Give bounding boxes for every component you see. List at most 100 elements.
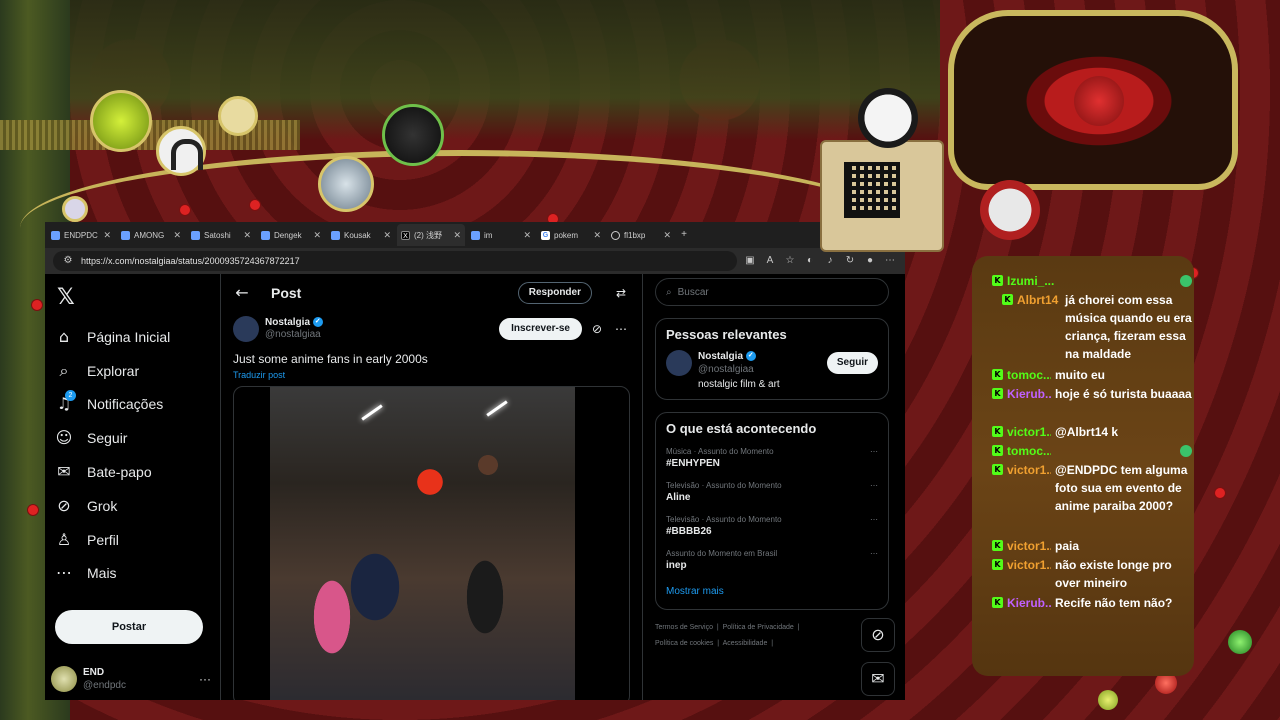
kick-badge-icon: K [992, 597, 1003, 608]
browser-tab-active[interactable]: X (2) 浅野 ✕ [397, 224, 465, 246]
author-row: Nostalgia ✓ @nostalgiaa Inscrever-se ⊘ ⋯ [233, 312, 630, 346]
nav-follow[interactable]: ☺ Seguir [51, 421, 220, 455]
footer-privacy-link[interactable]: Política de Privacidade [723, 624, 794, 631]
qr-code [844, 162, 900, 218]
chat-username[interactable]: victor1... [1007, 461, 1051, 515]
footer-cookies-link[interactable]: Política de cookies [655, 640, 713, 647]
more-icon[interactable]: ··· [199, 672, 211, 686]
trend-item[interactable]: Televisão · Assunto do Momento Aline ⋯ [666, 480, 878, 504]
subscribe-button[interactable]: Inscrever-se [499, 318, 582, 340]
close-icon[interactable]: ✕ [383, 230, 391, 241]
x-logo[interactable]: 𝕏 [57, 284, 220, 312]
chat-text: já chorei com essa música quando eu era … [1065, 293, 1192, 361]
grok-icon[interactable]: ⊘ [588, 320, 606, 338]
mail-icon: ✉ [57, 462, 71, 482]
extension-icon[interactable]: ◐ [803, 254, 817, 268]
author-handle[interactable]: @nostalgiaa [265, 329, 493, 341]
nav-notifications[interactable]: ♫ 2 Notificações [51, 388, 220, 422]
post-button[interactable]: Postar [55, 610, 203, 645]
browser-tab[interactable]: Dengek ✕ [257, 224, 325, 246]
post-column: ← Post Responder ⇄ Nostalgia ✓ @nostalgi… [221, 274, 643, 700]
tab-view-icon[interactable]: ▣ [743, 254, 757, 268]
settings-sliders-icon[interactable]: ⇄ [612, 284, 630, 302]
close-icon[interactable]: ✕ [173, 230, 181, 241]
chat-text: não existe longe pro over mineiro [1055, 558, 1172, 590]
close-icon[interactable]: ✕ [663, 230, 671, 241]
history-icon[interactable]: ↻ [843, 254, 857, 268]
chat-message: K victor1... @ENDPDC tem alguma foto sua… [992, 461, 1192, 515]
chat-username[interactable]: victor1... [1007, 537, 1051, 555]
chat-username[interactable]: Izumi_... [1007, 272, 1057, 290]
nav-chat[interactable]: ✉ Bate-papo [51, 455, 220, 489]
back-arrow-icon[interactable]: ← [233, 284, 251, 302]
browser-tab[interactable]: Satoshi ✕ [187, 224, 255, 246]
url-field[interactable]: ⚙ https://x.com/nostalgiaa/status/200093… [53, 251, 737, 271]
translate-link[interactable]: Traduzir post [233, 370, 630, 380]
profile-avatar-icon[interactable]: ● [863, 254, 877, 268]
show-more-link[interactable]: Mostrar mais [666, 586, 878, 597]
more-icon[interactable]: ⋯ [870, 548, 878, 572]
person-icon: ♙ [56, 529, 72, 549]
close-icon[interactable]: ✕ [243, 230, 251, 241]
more-icon[interactable]: ⋯ [612, 320, 630, 338]
trend-item[interactable]: Música · Assunto do Momento #ENHYPEN ⋯ [666, 446, 878, 470]
url-text[interactable]: https://x.com/nostalgiaa/status/20009357… [81, 256, 300, 266]
nav-home[interactable]: ⌂ Página Inicial [51, 320, 220, 354]
close-icon[interactable]: ✕ [453, 230, 461, 241]
chat-message: K victor1... não existe longe pro over m… [992, 556, 1192, 592]
browser-tab[interactable]: Kousak ✕ [327, 224, 395, 246]
nav-profile[interactable]: ♙ Perfil [51, 523, 220, 557]
browser-tab[interactable]: fl1bxp ✕ [607, 224, 675, 246]
browser-tab[interactable]: AMONG ✕ [117, 224, 185, 246]
more-icon[interactable]: ⋯ [870, 480, 878, 504]
new-tab-button[interactable]: + [677, 228, 691, 242]
footer-terms-link[interactable]: Termos de Serviço [655, 624, 713, 631]
close-icon[interactable]: ✕ [593, 230, 601, 241]
nav-grok[interactable]: ⊘ Grok [51, 489, 220, 523]
green-emoji-icon [1180, 275, 1192, 287]
footer-accessibility-link[interactable]: Acessibilidade [723, 640, 768, 647]
chat-username[interactable]: victor1... [1007, 423, 1051, 441]
read-aloud-icon[interactable]: A [763, 254, 777, 268]
browser-menu-icon[interactable]: ⋯ [883, 254, 897, 268]
chat-username[interactable]: victor1... [1007, 556, 1051, 592]
nav-explore[interactable]: ⌕ Explorar [51, 354, 220, 388]
avatar[interactable] [666, 350, 692, 376]
tweet-photo[interactable] [270, 387, 575, 700]
trend-item[interactable]: Assunto do Momento em Brasil inep ⋯ [666, 548, 878, 572]
messages-float-button[interactable]: ✉ [861, 662, 895, 696]
author-name[interactable]: Nostalgia [265, 317, 310, 328]
chat-username[interactable]: Kierub... [1007, 385, 1051, 403]
chat-username[interactable]: Albrt14 [1017, 291, 1061, 363]
trend-item[interactable]: Televisão · Assunto do Momento #BBBB26 ⋯ [666, 514, 878, 538]
avatar[interactable] [233, 316, 259, 342]
browser-tab[interactable]: ENDPDC ✕ [47, 224, 115, 246]
more-icon[interactable]: ⋯ [870, 446, 878, 470]
chat-username[interactable]: Kierub... [1007, 594, 1051, 612]
grok-float-button[interactable]: ⊘ [861, 618, 895, 652]
tweet-media[interactable] [233, 386, 630, 700]
favorite-star-icon[interactable]: ☆ [783, 254, 797, 268]
site-info-icon[interactable]: ⚙ [61, 254, 75, 268]
relevant-name[interactable]: Nostalgia [698, 351, 743, 362]
browser-tab[interactable]: im ✕ [467, 224, 535, 246]
kick-badge-icon: K [992, 464, 1003, 475]
nav-more[interactable]: ⋯ Mais [51, 557, 220, 591]
tab-favicon [331, 230, 340, 240]
more-icon[interactable]: ⋯ [870, 514, 878, 538]
chat-username[interactable]: tomoc... [1007, 366, 1051, 384]
search-input[interactable]: ⌕ Buscar [655, 278, 889, 306]
close-icon[interactable]: ✕ [313, 230, 321, 241]
follow-button[interactable]: Seguir [826, 352, 878, 374]
media-icon[interactable]: ♪ [823, 254, 837, 268]
browser-tab[interactable]: Gpokem ✕ [537, 224, 605, 246]
close-icon[interactable]: ✕ [103, 230, 111, 241]
trend-context: Televisão · Assunto do Momento [666, 515, 782, 524]
post-header: ← Post Responder ⇄ [233, 274, 630, 312]
close-icon[interactable]: ✕ [523, 230, 531, 241]
ornament-dark [382, 104, 444, 166]
relevant-person[interactable]: Nostalgia ✓ @nostalgiaa nostalgic film &… [666, 350, 878, 391]
reply-button[interactable]: Responder [517, 282, 592, 304]
account-switcher[interactable]: END @endpdc ··· [51, 666, 211, 692]
chat-username[interactable]: tomoc... [1007, 442, 1051, 460]
